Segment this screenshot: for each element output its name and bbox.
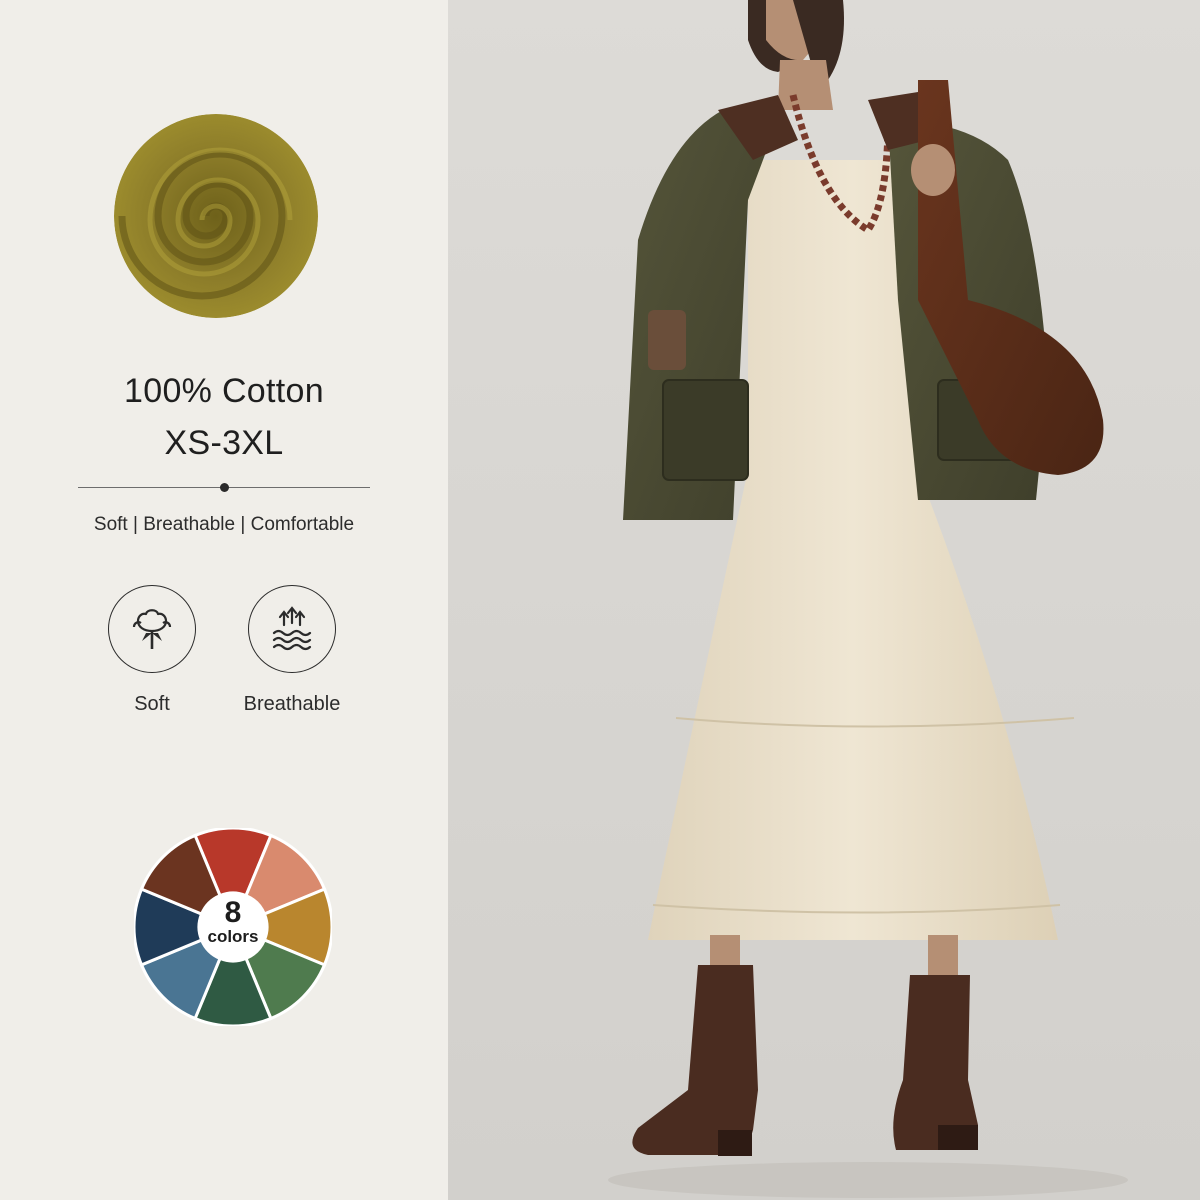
size-range-heading: XS-3XL <box>164 424 284 462</box>
cotton-flower-icon <box>108 585 196 673</box>
product-listing-image: 100% Cotton XS-3XL Soft | Breathable | C… <box>0 0 1200 1200</box>
color-options-wheel: 8 colors <box>134 828 332 1026</box>
product-info-panel: 100% Cotton XS-3XL Soft | Breathable | C… <box>0 0 448 1200</box>
feature-label-soft: Soft <box>134 693 170 715</box>
feature-tagline: Soft | Breathable | Comfortable <box>93 514 355 535</box>
color-count: 8 <box>224 896 242 929</box>
model-illustration <box>448 0 1200 1200</box>
feature-breathable: Breathable <box>222 585 362 716</box>
divider-dot <box>220 483 229 492</box>
fabric-swirl-graphic <box>114 114 318 318</box>
feature-label-breathable: Breathable <box>243 693 341 715</box>
model-product-photo <box>448 0 1200 1200</box>
feature-soft: Soft <box>82 585 222 716</box>
airflow-waves-icon <box>248 585 336 673</box>
color-count-badge: 8 colors <box>198 892 268 962</box>
material-heading: 100% Cotton <box>124 372 324 410</box>
color-count-unit: colors <box>207 927 259 946</box>
fabric-swatch-image <box>114 114 318 318</box>
